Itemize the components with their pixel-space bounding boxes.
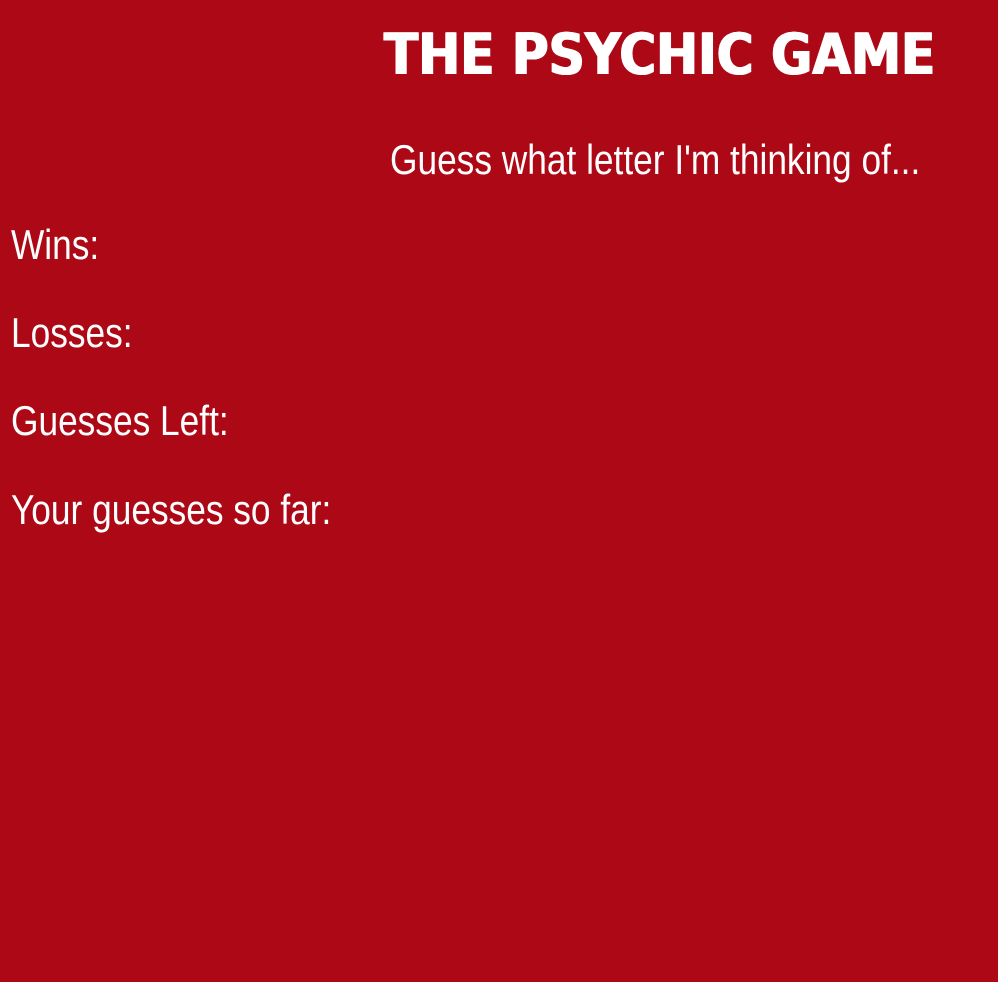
wins-label: Wins: xyxy=(11,221,100,268)
guesses-left-stat: Guesses Left: xyxy=(11,395,235,447)
guesses-so-far-stat: Your guesses so far: xyxy=(11,484,338,536)
losses-label: Losses: xyxy=(11,309,133,356)
guesses-left-label: Guesses Left: xyxy=(11,397,229,444)
losses-stat: Losses: xyxy=(11,307,139,359)
game-instructions: Guess what letter I'm thinking of... xyxy=(390,136,921,183)
game-title: The Psychic Game xyxy=(384,22,936,88)
guesses-so-far-label: Your guesses so far: xyxy=(11,486,332,533)
wins-stat: Wins: xyxy=(11,219,106,271)
